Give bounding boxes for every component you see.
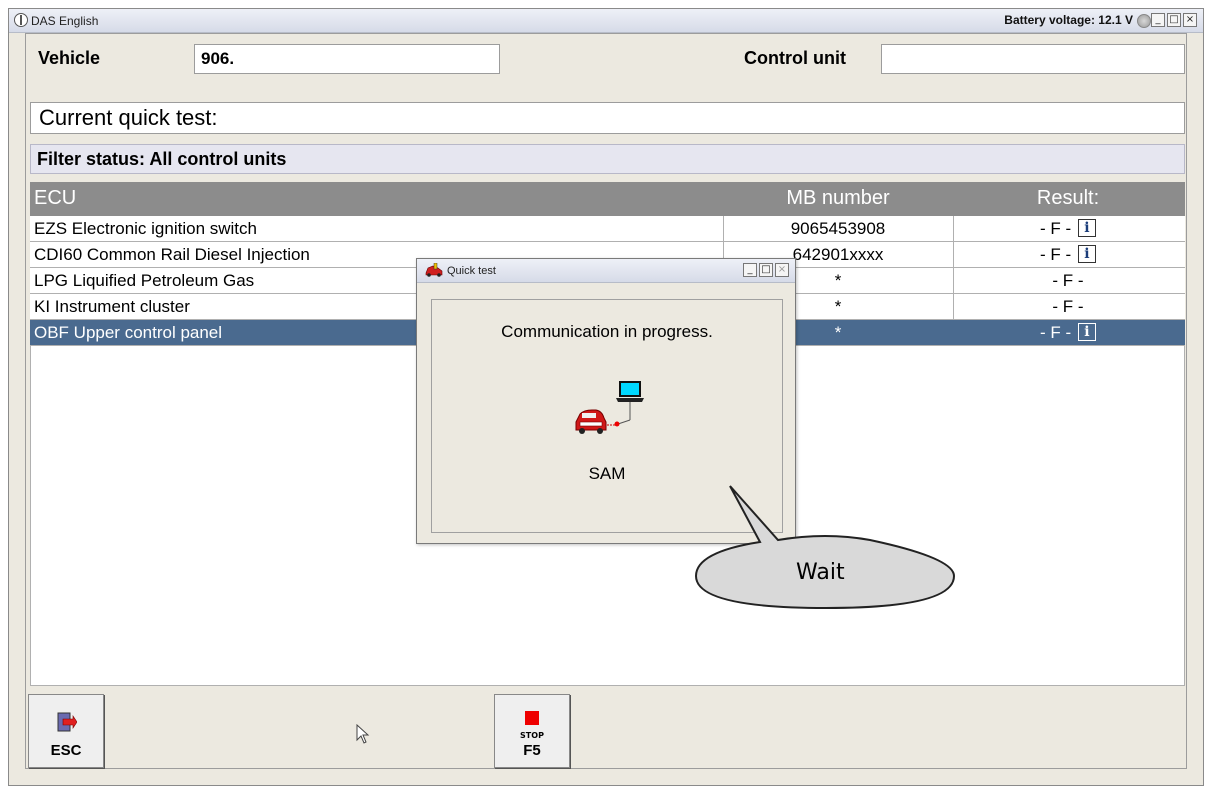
control-unit-field	[881, 44, 1185, 74]
result-text: - F -	[1040, 245, 1072, 264]
filter-status: Filter status: All control units	[30, 144, 1185, 174]
result-text: - F -	[1040, 323, 1072, 342]
ecu-name: KI Instrument cluster	[34, 297, 190, 316]
wait-callout-text: Wait	[796, 560, 845, 585]
mb-number: 9065453908	[790, 219, 886, 238]
quick-test-car-icon	[425, 263, 443, 277]
ecu-name: LPG Liquified Petroleum Gas	[34, 271, 255, 290]
title-bar: DAS English Battery voltage: 12.1 V _ □ …	[9, 9, 1203, 33]
ecu-name: EZS Electronic ignition switch	[34, 219, 257, 238]
window-controls: _ □ ×	[1151, 13, 1197, 27]
maximize-icon[interactable]: □	[1167, 13, 1181, 27]
app-title: DAS English	[31, 14, 99, 28]
close-icon[interactable]: ×	[1183, 13, 1197, 27]
minimize-icon[interactable]: _	[743, 263, 757, 277]
column-header-ecu: ECU	[34, 187, 77, 209]
table-row[interactable]: EZS Electronic ignition switch 906545390…	[30, 216, 1185, 242]
f5-stop-button[interactable]: STOP F5	[494, 694, 570, 768]
mouse-cursor-icon	[356, 724, 370, 744]
esc-button[interactable]: ESC	[28, 694, 104, 768]
column-header-result: Result:	[1036, 187, 1100, 209]
result-cell: - F - i	[955, 245, 1181, 265]
info-icon[interactable]: i	[1077, 219, 1096, 237]
battery-voltage: Battery voltage: 12.1 V	[1004, 13, 1133, 27]
car-laptop-link-icon	[575, 381, 644, 434]
result-text: - F -	[1052, 297, 1084, 316]
close-icon[interactable]: ×	[775, 263, 789, 277]
column-header-mb-number: MB number	[786, 187, 890, 209]
f5-label: F5	[523, 742, 541, 759]
info-icon[interactable]: i	[1077, 323, 1096, 341]
stop-icon	[525, 711, 539, 725]
dialog-title-bar: Quick test _ □ ×	[417, 259, 795, 283]
current-quick-test: Current quick test:	[30, 102, 1185, 134]
mercedes-star-icon	[14, 13, 28, 27]
table-header: ECU MB number Result:	[30, 182, 1185, 216]
communication-message: Communication in progress.	[501, 322, 713, 341]
dialog-title: Quick test	[447, 265, 496, 277]
function-key-bar: ESC STOP F5	[26, 690, 1186, 770]
minimize-icon[interactable]: _	[1151, 13, 1165, 27]
battery-status-icon	[1137, 14, 1151, 28]
stop-text: STOP	[520, 731, 544, 740]
esc-label: ESC	[50, 742, 82, 759]
dialog-window-controls: _ □ ×	[743, 263, 789, 277]
exit-door-icon	[57, 712, 77, 732]
result-cell: - F - i	[955, 219, 1181, 239]
ecu-name: OBF Upper control panel	[34, 323, 223, 342]
vehicle-label: Vehicle	[38, 48, 101, 68]
result-text: - F -	[1052, 271, 1084, 290]
ecu-in-progress: SAM	[588, 464, 626, 483]
maximize-icon[interactable]: □	[759, 263, 773, 277]
result-text: - F -	[1040, 219, 1072, 238]
info-icon[interactable]: i	[1077, 245, 1096, 263]
wait-callout-bubble	[694, 485, 956, 610]
result-cell: - F - i	[955, 323, 1181, 343]
ecu-name: CDI60 Common Rail Diesel Injection	[34, 245, 310, 264]
vehicle-field: 906.	[194, 44, 500, 74]
control-unit-label: Control unit	[744, 48, 846, 68]
